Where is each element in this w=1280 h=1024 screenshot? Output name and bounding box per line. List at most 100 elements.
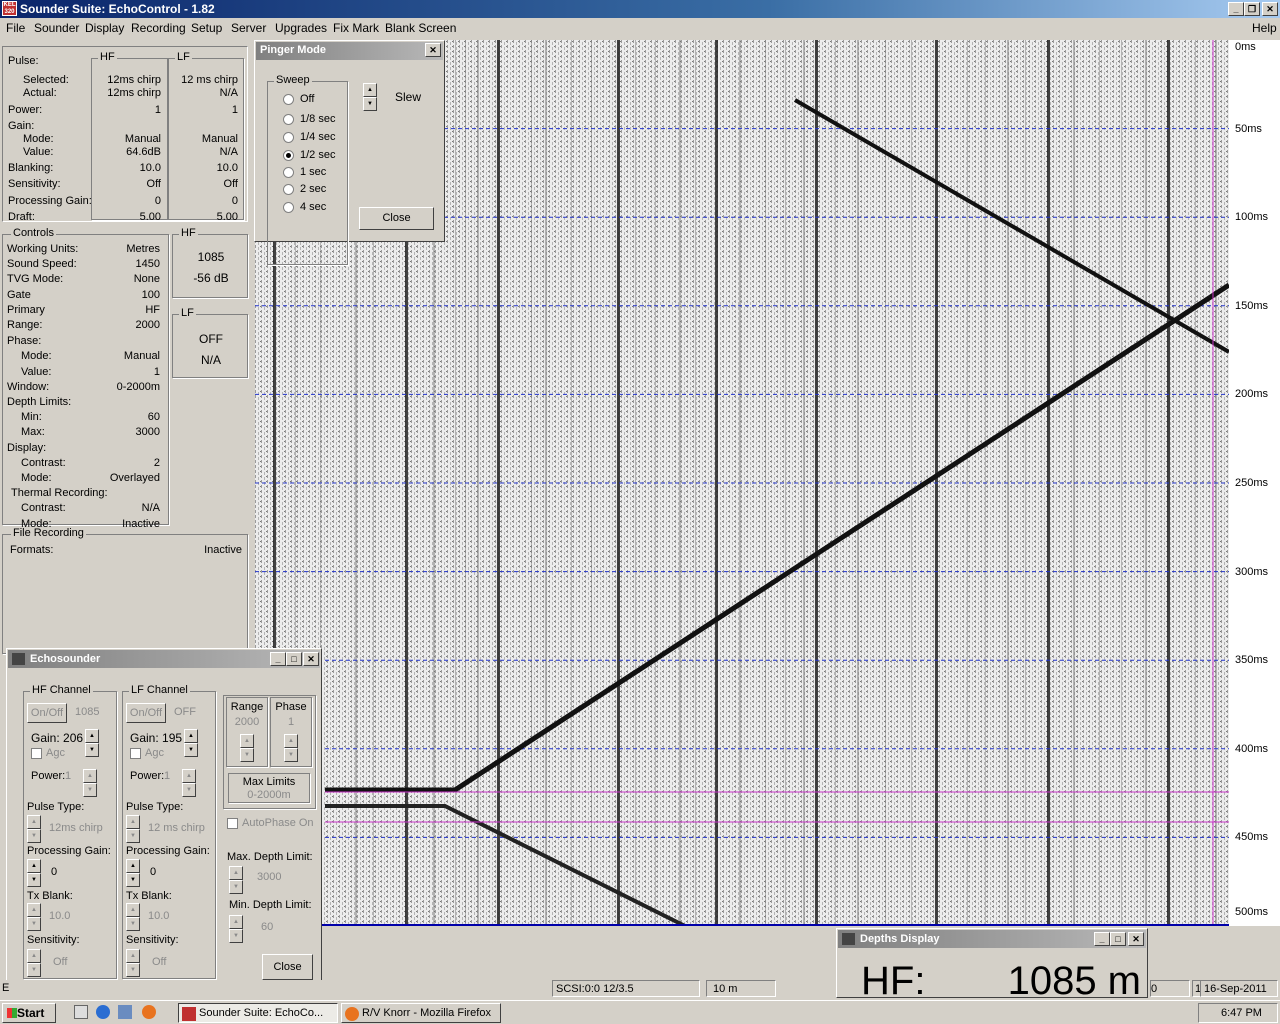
minimize-icon[interactable]: _ [1228, 2, 1244, 16]
echosounder-close-icon[interactable]: ✕ [303, 652, 319, 666]
pinger-close-button[interactable]: Close [359, 207, 434, 230]
close-icon[interactable]: ✕ [1262, 2, 1278, 16]
menu-blank-screen[interactable]: Blank Screen [385, 21, 456, 35]
slew-spinner[interactable]: ▲ ▼ [363, 83, 377, 111]
formats-label: Formats: [10, 544, 54, 556]
lf-proc-gain-spinner[interactable]: ▲ ▼ [126, 859, 140, 887]
radio-button[interactable] [283, 93, 294, 105]
sweep-option[interactable]: 4 sec [283, 201, 326, 213]
sweep-option[interactable]: 1/2 sec [283, 149, 335, 161]
radio-button[interactable] [283, 201, 294, 213]
task-firefox[interactable]: R/V Knorr - Mozilla Firefox [341, 1003, 501, 1023]
hf-power-spinner[interactable]: ▲ ▼ [83, 769, 97, 797]
depths-title-bar: Depths Display _ □ ✕ [838, 930, 1146, 948]
sweep-option-label: 1/2 sec [300, 149, 336, 161]
autophase-check[interactable] [227, 817, 238, 829]
menu-file[interactable]: File [6, 21, 25, 35]
start-button[interactable]: Start [2, 1003, 56, 1023]
radio-button[interactable] [283, 113, 294, 125]
vertical-streak [695, 40, 696, 926]
pinger-title: Pinger Mode [260, 44, 327, 56]
firefox-icon[interactable] [142, 1005, 156, 1019]
restore-icon[interactable]: ❐ [1244, 2, 1260, 16]
lf-power-spinner[interactable]: ▲ ▼ [182, 769, 196, 797]
menu-display[interactable]: Display [85, 21, 124, 35]
menu-server[interactable]: Server [231, 21, 266, 35]
phase-spinner[interactable]: ▲ ▼ [284, 734, 298, 762]
control-row-label: Contrast: [21, 456, 66, 469]
max-limits-box[interactable]: Max Limits 0-2000m [228, 773, 310, 803]
hf-gain-spinner[interactable]: ▲ ▼ [85, 729, 99, 757]
depths-close-icon[interactable]: ✕ [1128, 932, 1144, 946]
echosounder-close-button[interactable]: Close [262, 954, 313, 980]
hf-column-title: HF [98, 51, 117, 63]
menu-upgrades[interactable]: Upgrades [275, 21, 327, 35]
depth-scale-label: 350ms [1235, 654, 1269, 667]
sweep-option[interactable]: 1/8 sec [283, 113, 335, 125]
depths-minimize-icon[interactable]: _ [1094, 932, 1110, 946]
lf-gain-spinner[interactable]: ▲ ▼ [184, 729, 198, 757]
lf-agc-label: Agc [145, 747, 164, 759]
menu-recording[interactable]: Recording [131, 21, 186, 35]
quicklaunch-icon[interactable] [118, 1005, 132, 1019]
ie-icon[interactable] [96, 1005, 110, 1019]
menu-help[interactable]: Help [1252, 21, 1277, 35]
control-row-value: Overlayed [109, 472, 160, 484]
hf-pulse-type-spinner[interactable]: ▲ ▼ [27, 815, 41, 843]
control-row-label: Phase: [7, 335, 42, 348]
sweep-option[interactable]: 1/4 sec [283, 131, 335, 143]
min-depth-spinner[interactable]: ▲ ▼ [229, 915, 243, 943]
sweep-option[interactable]: Off [283, 93, 314, 105]
menu-fix-mark[interactable]: Fix Mark [333, 21, 379, 35]
hf-proc-gain-spinner[interactable]: ▲ ▼ [27, 859, 41, 887]
radio-button[interactable] [283, 183, 294, 195]
sweep-option[interactable]: 1 sec [283, 166, 326, 178]
lf-pulse-type-spinner[interactable]: ▲ ▼ [126, 815, 140, 843]
pinger-close-icon[interactable]: ✕ [425, 43, 441, 57]
controls-panel: Controls Working Units: Metres Sound Speed… [2, 227, 169, 530]
lf-agc-checkbox[interactable]: Agc [130, 747, 164, 759]
lf-tx-blank-spinner[interactable]: ▲ ▼ [126, 903, 140, 931]
task-echocontrol[interactable]: Sounder Suite: EchoCo... [178, 1003, 338, 1023]
hf-tx-blank-label: Tx Blank: [27, 890, 73, 902]
status-date: 16-Sep-2011 [1200, 980, 1278, 997]
depths-display-window: Depths Display _ □ ✕ HF: 1085 m [836, 928, 1148, 998]
sweep-option[interactable]: 2 sec [283, 183, 326, 195]
echosounder-minimize-icon[interactable]: _ [270, 652, 286, 666]
lf-sensitivity-value: Off [152, 956, 167, 968]
lf-agc-check[interactable] [130, 747, 141, 759]
lf-tx-blank-label: Tx Blank: [126, 890, 172, 902]
windows-logo-icon [7, 1008, 17, 1018]
range-spinner[interactable]: ▲ ▼ [240, 734, 254, 762]
control-row-label: Primary [7, 303, 45, 316]
show-desktop-icon[interactable] [74, 1005, 88, 1019]
hf-onoff-button[interactable]: On/Off [27, 703, 67, 723]
vertical-streak [967, 40, 968, 926]
menu-sounder[interactable]: Sounder [34, 21, 79, 35]
hf-agc-checkbox[interactable]: Agc [31, 747, 65, 759]
slew-label: Slew [395, 90, 422, 104]
radio-button[interactable] [283, 149, 294, 161]
lf-sensitivity-spinner[interactable]: ▲ ▼ [126, 949, 140, 977]
depths-maximize-icon[interactable]: □ [1110, 932, 1126, 946]
sweep-option-label: 1 sec [300, 166, 327, 178]
control-row-value: 0-2000m [116, 380, 160, 393]
hf-agc-check[interactable] [31, 747, 42, 759]
hf-gain-label: Gain: 206 [31, 731, 84, 745]
hf-sensitivity-spinner[interactable]: ▲ ▼ [27, 949, 41, 977]
task-firefox-icon [345, 1007, 359, 1021]
radio-button[interactable] [283, 131, 294, 143]
menu-setup[interactable]: Setup [191, 21, 222, 35]
echosounder-maximize-icon[interactable]: □ [286, 652, 302, 666]
max-depth-spinner[interactable]: ▲ ▼ [229, 866, 243, 894]
radio-button[interactable] [283, 166, 294, 178]
autophase-checkbox[interactable]: AutoPhase On [227, 817, 314, 829]
control-row-label: Depth Limits: [7, 396, 72, 408]
lf-onoff-button[interactable]: On/Off [126, 703, 166, 723]
control-row-label: Min: [21, 411, 42, 424]
control-row-value: 1450 [135, 258, 160, 271]
hf-proc-gain-label: Processing Gain: [27, 845, 111, 857]
echosounder-title-bar: Echosounder _ □ ✕ [8, 650, 320, 668]
vertical-streak [455, 40, 456, 926]
hf-tx-blank-spinner[interactable]: ▲ ▼ [27, 903, 41, 931]
